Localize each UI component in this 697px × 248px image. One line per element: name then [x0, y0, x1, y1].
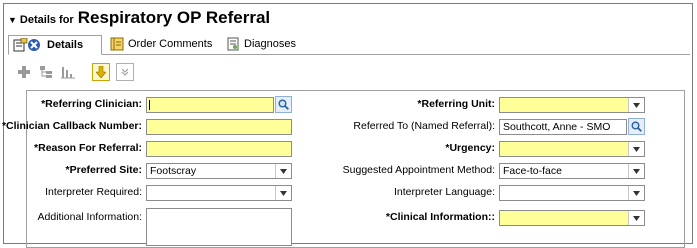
collapse-icon[interactable]: ▼	[8, 15, 17, 25]
chevron-down-icon[interactable]	[628, 211, 644, 225]
referring-clinician-search-button[interactable]	[275, 96, 292, 113]
details-header: ▼ Details for Respiratory OP Referral	[8, 8, 270, 30]
order-details-panel: ▼ Details for Respiratory OP Referral De…	[2, 3, 693, 248]
additional-information-textarea[interactable]	[146, 208, 292, 246]
chevron-down-icon[interactable]	[275, 164, 291, 178]
interpreter-language-label: Interpreter Language:	[394, 186, 495, 198]
add-icon[interactable]	[16, 64, 32, 80]
referred-to-label: Referred To (Named Referral):	[353, 120, 495, 132]
additional-information-label: Additional Information:	[37, 211, 142, 223]
preferred-site-label: *Preferred Site:	[65, 164, 142, 176]
text-cursor	[149, 100, 150, 110]
referred-to-value: Southcott, Anne - SMO	[503, 121, 611, 133]
referral-form: *Referring Clinician: *Clinician Callbac…	[2, 90, 685, 248]
tab-bar: Details Order Comments Diagnoses	[8, 35, 690, 55]
expand-icon[interactable]	[116, 63, 134, 81]
comments-icon	[110, 37, 124, 51]
referring-clinician-input[interactable]	[146, 97, 274, 113]
chevron-down-icon[interactable]	[628, 98, 644, 112]
tab-order-comments[interactable]: Order Comments	[106, 35, 220, 53]
interpreter-language-select[interactable]	[499, 185, 645, 201]
preferred-site-select[interactable]: Footscray	[146, 163, 292, 179]
clinical-information-label: *Clinical Information::	[385, 211, 495, 223]
header-prefix: Details for	[19, 14, 74, 26]
chevron-down-icon[interactable]	[275, 186, 291, 200]
referring-clinician-label: *Referring Clinician:	[41, 98, 142, 110]
search-icon	[278, 99, 289, 110]
referred-to-input[interactable]: Southcott, Anne - SMO	[499, 119, 627, 135]
tab-details-label: Details	[47, 39, 84, 51]
search-icon	[631, 121, 642, 132]
chevron-down-icon[interactable]	[628, 142, 644, 156]
tab-details[interactable]: Details	[8, 35, 102, 55]
urgency-label: *Urgency:	[445, 142, 495, 154]
referred-to-search-button[interactable]	[628, 118, 645, 135]
reason-for-referral-label: *Reason For Referral:	[34, 142, 142, 154]
suggested-appointment-method-label: Suggested Appointment Method:	[342, 164, 495, 176]
clinical-information-select[interactable]	[499, 210, 645, 226]
suggested-appointment-method-value: Face-to-face	[503, 165, 562, 177]
tab-order-comments-label: Order Comments	[128, 38, 213, 50]
referring-unit-label: *Referring Unit:	[417, 98, 495, 110]
clinician-callback-label: *Clinician Callback Number:	[1, 120, 142, 132]
diagnoses-icon	[227, 37, 239, 51]
referring-unit-select[interactable]	[499, 97, 645, 113]
interpreter-required-select[interactable]	[146, 185, 292, 201]
chevron-down-icon[interactable]	[628, 186, 644, 200]
details-tab-icon	[13, 38, 40, 52]
clinician-callback-input[interactable]	[146, 119, 292, 135]
suggested-appointment-method-select[interactable]: Face-to-face	[499, 163, 645, 179]
hierarchy-icon[interactable]	[38, 64, 54, 80]
tab-diagnoses-label: Diagnoses	[244, 38, 296, 50]
reason-for-referral-input[interactable]	[146, 141, 292, 157]
interpreter-required-label: Interpreter Required:	[45, 186, 142, 198]
page-title: Respiratory OP Referral	[77, 8, 271, 27]
preferred-site-value: Footscray	[150, 165, 197, 177]
bar-chart-icon[interactable]	[60, 64, 76, 80]
move-down-icon[interactable]	[92, 63, 110, 81]
urgency-select[interactable]	[499, 141, 645, 157]
toolbar	[16, 62, 140, 82]
chevron-down-icon[interactable]	[628, 164, 644, 178]
tab-diagnoses[interactable]: Diagnoses	[222, 35, 306, 53]
